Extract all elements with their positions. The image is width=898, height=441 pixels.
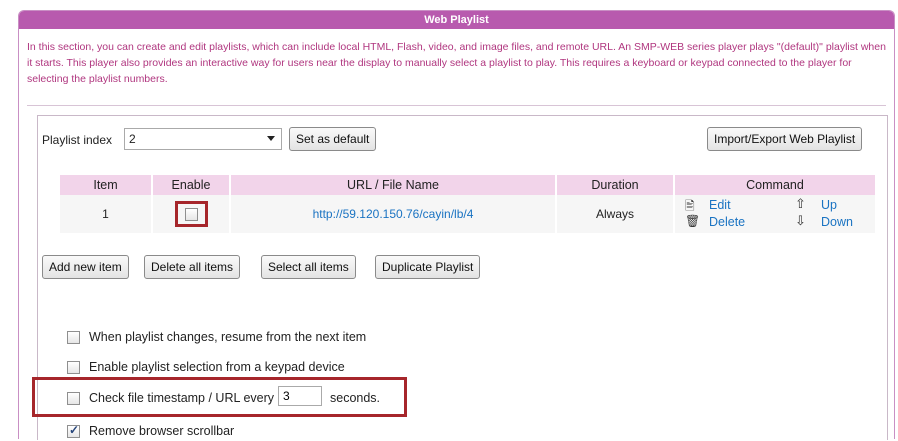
timestamp-interval-input[interactable] — [278, 386, 322, 406]
up-link[interactable]: Up — [821, 198, 837, 212]
url-cell: http://59.120.150.76/cayin/lb/4 — [230, 195, 557, 233]
down-link[interactable]: Down — [821, 215, 853, 229]
remove-scrollbar-label: Remove browser scrollbar — [89, 424, 235, 438]
divider — [27, 105, 886, 106]
select-all-items-button[interactable]: Select all items — [261, 255, 356, 279]
duration-cell: Always — [556, 195, 675, 233]
chevron-down-icon — [267, 136, 275, 141]
delete-link[interactable]: Delete — [709, 215, 745, 229]
url-link[interactable]: http://59.120.150.76/cayin/lb/4 — [313, 207, 474, 221]
enable-highlight — [174, 200, 208, 228]
playlist-index-value: 2 — [129, 132, 136, 146]
import-export-button[interactable]: Import/Export Web Playlist — [707, 127, 863, 151]
edit-link[interactable]: Edit — [709, 198, 731, 212]
table-row: 1 http://59.120.150.76/cayin/lb/4 Always… — [60, 195, 875, 233]
duplicate-playlist-button[interactable]: Duplicate Playlist — [375, 255, 481, 279]
playlist-table: Item Enable URL / File Name Duration Com… — [60, 175, 875, 233]
add-new-item-button[interactable]: Add new item — [42, 255, 129, 279]
set-as-default-button[interactable]: Set as default — [289, 127, 377, 151]
arrow-up-icon[interactable]: ⇧ — [795, 196, 806, 212]
resume-next-label: When playlist changes, resume from the n… — [89, 330, 367, 344]
remove-scrollbar-checkbox[interactable] — [67, 423, 80, 438]
panel-title: Web Playlist — [19, 11, 894, 29]
col-header-duration: Duration — [556, 175, 675, 195]
keypad-select-label: Enable playlist selection from a keypad … — [89, 360, 345, 374]
playlist-index-label: Playlist index — [42, 133, 113, 147]
command-cell: 🖹 Edit 🗑 Delete ⇧ Up ⇩ Down — [674, 195, 875, 233]
playlist-editor: Playlist index 2 Set as default Import/E… — [32, 115, 888, 440]
enable-cell — [152, 195, 231, 233]
delete-all-items-button[interactable]: Delete all items — [144, 255, 241, 279]
arrow-down-icon[interactable]: ⇩ — [795, 213, 806, 229]
panel-description: In this section, you can create and edit… — [27, 41, 886, 85]
web-playlist-panel: Web Playlist In this section, you can cr… — [18, 10, 895, 440]
col-header-url: URL / File Name — [230, 175, 557, 195]
item-number: 1 — [60, 195, 153, 233]
enable-checkbox[interactable] — [184, 208, 198, 222]
col-header-item: Item — [60, 175, 153, 195]
playlist-index-select[interactable]: 2 — [124, 128, 282, 150]
resume-next-checkbox[interactable] — [67, 331, 80, 344]
col-header-enable: Enable — [152, 175, 231, 195]
keypad-select-checkbox[interactable] — [67, 361, 80, 374]
col-header-command: Command — [674, 175, 875, 195]
seconds-label: seconds. — [330, 391, 381, 405]
check-timestamp-label: Check file timestamp / URL every — [89, 391, 275, 405]
check-timestamp-checkbox[interactable] — [67, 392, 80, 405]
trash-icon[interactable]: 🗑 — [685, 214, 700, 228]
